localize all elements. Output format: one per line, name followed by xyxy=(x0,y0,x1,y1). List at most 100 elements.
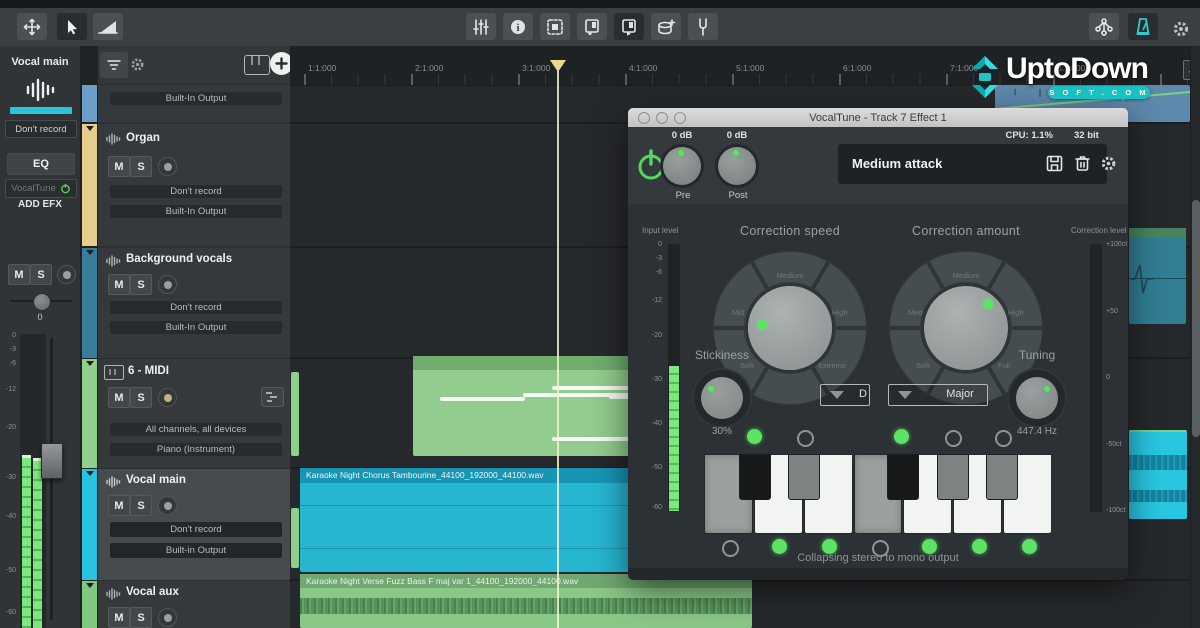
piano-roll-button[interactable] xyxy=(261,387,284,407)
add-instrument-button[interactable] xyxy=(651,13,681,40)
panel-b-button[interactable] xyxy=(614,13,644,40)
timeline-ruler[interactable]: 1:1:000 2:1:000 3:1:000 4:1:000 5:1:000 … xyxy=(290,46,1200,86)
track-output-button[interactable]: Built-In Output xyxy=(110,92,282,105)
preset-settings-button[interactable] xyxy=(1100,155,1117,172)
track-row-vocal-aux[interactable]: Vocal aux M S xyxy=(98,581,290,628)
vertical-scrollbar[interactable] xyxy=(1190,46,1200,628)
track-mute-button[interactable]: M xyxy=(108,274,130,295)
collapse-arrow-icon[interactable] xyxy=(86,471,94,476)
piano-key-gsharp[interactable] xyxy=(937,454,969,500)
routing-button[interactable] xyxy=(1089,13,1119,40)
save-preset-button[interactable] xyxy=(1046,155,1063,172)
tuning-knob[interactable] xyxy=(1016,377,1058,419)
channel-mute-button[interactable]: M xyxy=(8,264,30,285)
track-mute-button[interactable]: M xyxy=(108,156,130,177)
info-button[interactable]: i xyxy=(503,13,533,40)
track-output-button[interactable]: Built-In Output xyxy=(110,321,282,334)
track-row-midi[interactable]: 6 - MIDI M S All channels, all devices P… xyxy=(98,359,290,468)
track-output-button[interactable]: Built-in Output xyxy=(110,543,282,558)
track-solo-button[interactable]: S xyxy=(130,156,152,177)
pan-knob[interactable] xyxy=(33,293,51,311)
preset-selector[interactable]: Medium attack xyxy=(838,144,1107,184)
plugin-power-button[interactable] xyxy=(636,147,666,183)
settings-button[interactable] xyxy=(1172,20,1190,43)
track-name[interactable]: Vocal main xyxy=(126,474,186,486)
track-record-mode[interactable]: Don't record xyxy=(110,185,282,198)
channel-record-arm-button[interactable] xyxy=(57,265,76,284)
piano-key-fsharp[interactable] xyxy=(887,454,919,500)
clip-edge-sliver[interactable] xyxy=(291,508,299,568)
note-toggle-fsharp[interactable] xyxy=(894,429,909,444)
channel-solo-button[interactable]: S xyxy=(30,264,52,285)
track-row-organ[interactable]: Organ M S Don't record Built-In Output xyxy=(98,124,290,246)
note-toggle-csharp[interactable] xyxy=(747,429,762,444)
collapse-arrow-icon[interactable] xyxy=(86,361,94,366)
piano-key-csharp[interactable] xyxy=(739,454,771,500)
collapse-arrow-icon[interactable] xyxy=(86,126,94,131)
audio-clip-cyan[interactable] xyxy=(1129,430,1187,519)
playhead-line[interactable] xyxy=(557,71,559,628)
metronome-button[interactable] xyxy=(1128,13,1158,40)
track-record-mode[interactable]: Don't record xyxy=(110,522,282,537)
track-name[interactable]: Background vocals xyxy=(126,253,232,265)
track-solo-button[interactable]: S xyxy=(130,274,152,295)
add-efx-button[interactable]: ADD EFX xyxy=(0,199,80,210)
pre-gain-knob[interactable] xyxy=(663,147,701,185)
track-color-chip[interactable] xyxy=(82,124,97,246)
track-solo-button[interactable]: S xyxy=(130,387,152,408)
track-record-arm[interactable] xyxy=(158,496,177,515)
key-dropdown[interactable]: D xyxy=(820,384,870,406)
track-name[interactable]: Vocal aux xyxy=(126,586,179,598)
scale-dropdown[interactable]: Major xyxy=(888,384,988,406)
collapse-arrow-icon[interactable] xyxy=(86,583,94,588)
track-solo-button[interactable]: S xyxy=(130,607,152,628)
note-toggle-asharp[interactable] xyxy=(995,430,1012,447)
post-gain-knob[interactable] xyxy=(718,147,756,185)
track-color-chip[interactable] xyxy=(82,581,97,628)
clip-edge-sliver[interactable] xyxy=(291,372,299,456)
note-toggle-gsharp[interactable] xyxy=(945,430,962,447)
minimize-window-button[interactable] xyxy=(656,112,668,124)
audio-clip-small[interactable] xyxy=(1129,228,1186,324)
track-color-chip[interactable] xyxy=(82,359,97,468)
track-name[interactable]: 6 - MIDI xyxy=(128,365,169,377)
track-color-chip[interactable] xyxy=(82,248,97,358)
track-color-chip[interactable] xyxy=(82,85,97,122)
scrollbar-thumb[interactable] xyxy=(1192,200,1200,437)
stickiness-knob[interactable] xyxy=(701,377,743,419)
track-name[interactable]: Organ xyxy=(126,132,160,144)
tuner-button[interactable] xyxy=(688,13,718,40)
move-tool-button[interactable] xyxy=(17,13,47,40)
virtual-keyboard-button[interactable] xyxy=(244,55,270,75)
mixer-button[interactable] xyxy=(466,13,496,40)
track-mute-button[interactable]: M xyxy=(108,387,130,408)
midi-note[interactable] xyxy=(440,397,525,401)
track-record-arm[interactable] xyxy=(158,608,177,627)
fade-tool-button[interactable] xyxy=(93,13,123,40)
piano-key-asharp[interactable] xyxy=(986,454,1018,500)
audio-clip-fuzzbass[interactable]: Karaoke Night Verse Fuzz Bass F maj var … xyxy=(300,574,752,628)
record-mode-button[interactable]: Don't record xyxy=(5,120,77,138)
track-mute-button[interactable]: M xyxy=(108,495,130,516)
close-window-button[interactable] xyxy=(638,112,650,124)
zoom-window-button[interactable] xyxy=(674,112,686,124)
vocaltune-effect-button[interactable]: VocalTune xyxy=(5,179,77,198)
eq-button[interactable]: EQ xyxy=(7,153,75,175)
track-row[interactable]: Built-In Output xyxy=(98,85,290,122)
track-row-background-vocals[interactable]: Background vocals M S Don't record Built… xyxy=(98,248,290,358)
collapse-arrow-icon[interactable] xyxy=(86,250,94,255)
volume-fader-handle[interactable] xyxy=(41,443,63,479)
panel-a-button[interactable] xyxy=(577,13,607,40)
track-record-arm[interactable] xyxy=(158,275,177,294)
track-output-button[interactable]: Built-In Output xyxy=(110,205,282,218)
delete-preset-button[interactable] xyxy=(1075,155,1090,172)
track-record-arm[interactable] xyxy=(158,157,177,176)
note-toggle-dsharp[interactable] xyxy=(797,430,814,447)
track-record-arm[interactable] xyxy=(158,388,177,407)
track-record-mode[interactable]: Don't record xyxy=(110,301,282,314)
track-mute-button[interactable]: M xyxy=(108,607,130,628)
vocaltune-plugin-window[interactable]: VocalTune - Track 7 Effect 1 0 dB 0 dB C… xyxy=(628,108,1128,580)
cursor-tool-button[interactable] xyxy=(57,13,87,40)
track-filter-button[interactable] xyxy=(100,52,128,78)
midi-input-button[interactable]: All channels, all devices xyxy=(110,423,282,436)
